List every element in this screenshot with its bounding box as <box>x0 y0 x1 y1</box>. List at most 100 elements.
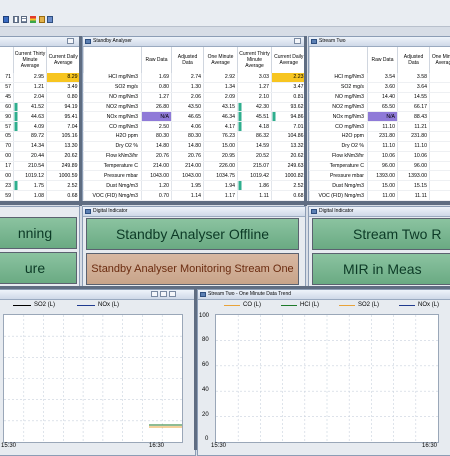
plot-area <box>3 314 183 443</box>
table-cell: 17 <box>0 161 14 171</box>
table-cell: 43.15 <box>204 102 238 112</box>
table-cell: 1393.00 <box>398 171 430 181</box>
table-row: 001019.121000.59 <box>0 171 80 181</box>
panel-title-bar: Stream Two <box>309 37 450 47</box>
stack-icon[interactable] <box>39 16 45 23</box>
table-cell: 46.65 <box>172 112 204 122</box>
table-cell: 2.23 <box>272 73 306 82</box>
stream-one-table: Current Thirty Minute Average Current Da… <box>0 47 80 201</box>
table-row: NO mg/Nm314.4014.551 <box>310 92 450 102</box>
table-cell: 231.80 <box>398 132 430 142</box>
table-row: HCl mg/Nm31.692.742.923.032.23 <box>84 73 306 82</box>
stack-icon[interactable] <box>47 16 53 23</box>
indicator-top: Stream Two R <box>312 218 450 250</box>
table-cell: 3.03 <box>238 73 272 82</box>
table-cell: 14.80 <box>172 141 204 151</box>
table-cell: N/A <box>368 112 398 122</box>
table-row: Dry O2 %14.8014.8015.0014.5913.32 <box>84 141 306 151</box>
table-cell: 13 <box>430 171 450 181</box>
restore-button[interactable] <box>160 291 167 297</box>
table-cell: 94.86 <box>272 112 306 122</box>
window-icon[interactable] <box>3 16 9 23</box>
splitter[interactable] <box>0 201 450 205</box>
panel-title-bar: Stream Two - One Minute Data Trend <box>198 290 450 300</box>
table-cell: 1034.75 <box>204 171 238 181</box>
digital-indicator-panel: nning ure <box>0 206 80 288</box>
window-icon <box>311 209 317 214</box>
table-cell: 210.54 <box>14 161 47 171</box>
table-cell: Pressure mbar <box>84 171 142 181</box>
legend-swatch <box>224 305 240 306</box>
table-row: CO mg/Nm311.1011.211 <box>310 122 450 132</box>
table-cell: NO2 mg/Nm3 <box>84 102 142 112</box>
table-cell: 1.17 <box>204 191 238 201</box>
splitter[interactable] <box>304 36 307 206</box>
minimize-button[interactable] <box>151 291 158 297</box>
table-cell: 14.80 <box>142 141 172 151</box>
table-cell: 0.80 <box>142 82 172 92</box>
table-cell: 1 <box>430 181 450 191</box>
table-cell: 8 <box>430 112 450 122</box>
table-cell: 14.59 <box>238 141 272 151</box>
table-cell: 57 <box>0 82 14 92</box>
close-button[interactable] <box>169 291 176 297</box>
table-row: CO mg/Nm32.504.064.174.187.01 <box>84 122 306 132</box>
table-cell: Flow kNm3/hr <box>310 151 368 161</box>
table-cell: 1393.00 <box>368 171 398 181</box>
grid-icon[interactable] <box>21 16 27 23</box>
table-cell: 249.63 <box>272 161 306 171</box>
alarm-icon[interactable] <box>30 16 36 23</box>
chart-icon <box>200 292 206 297</box>
restore-button[interactable] <box>67 38 74 44</box>
column-header <box>310 47 368 73</box>
table-row: HCl mg/Nm33.543.58 <box>310 73 450 82</box>
table-row: NO mg/Nm31.272.062.092.100.81 <box>84 92 306 102</box>
table-cell: 249.89 <box>47 161 80 171</box>
table-cell: 96.00 <box>368 161 398 171</box>
table-cell: 15.00 <box>368 181 398 191</box>
table-cell: 14.55 <box>398 92 430 102</box>
table-cell: 20.95 <box>204 151 238 161</box>
table-cell: 2 <box>430 132 450 142</box>
table-cell: SO2 mg/s <box>310 82 368 92</box>
table-cell: 46.34 <box>204 112 238 122</box>
panel-title-bar: Standby Analyser <box>83 37 305 47</box>
table-row: NOx mg/Nm3N/A88.438 <box>310 112 450 122</box>
column-header <box>0 47 14 73</box>
y-tick-label: 80 <box>202 337 209 343</box>
table-row: 7014.3413.30 <box>0 141 80 151</box>
indicator-text: MIR in Meas <box>343 261 422 277</box>
table-row: Dust Nmg/m31.201.951.941.862.52 <box>84 181 306 191</box>
legend-swatch <box>13 305 31 306</box>
table-cell: 3.47 <box>272 82 306 92</box>
splitter[interactable] <box>79 36 82 206</box>
panel-title-bar <box>0 37 79 47</box>
table-cell: CO mg/Nm3 <box>84 122 142 132</box>
table-cell: 2.52 <box>272 181 306 191</box>
table-cell: 45.51 <box>238 112 272 122</box>
table-cell: 20.62 <box>272 151 306 161</box>
restore-button[interactable] <box>294 38 301 44</box>
grid-icon[interactable] <box>13 16 19 23</box>
table-cell: 1.08 <box>14 191 47 201</box>
panel-title: Digital Indicator <box>93 208 127 215</box>
table-cell: 6 <box>430 102 450 112</box>
table-cell: 2.04 <box>14 92 47 102</box>
table-cell: 1.11 <box>238 191 272 201</box>
table-cell: 1.27 <box>238 82 272 92</box>
legend-label: NOx (L) <box>98 302 119 308</box>
table-cell: 45 <box>0 92 14 102</box>
table-cell: 15.00 <box>204 141 238 151</box>
table-cell: 2.09 <box>204 92 238 102</box>
table-cell: 80.30 <box>142 132 172 142</box>
digital-indicator-panel: Digital Indicator Stream Two R MIR in Me… <box>308 206 450 288</box>
table-cell: 1.94 <box>204 181 238 191</box>
table-cell: 2.95 <box>14 73 47 82</box>
table-cell: 13.32 <box>272 141 306 151</box>
column-header: Current Thirty Minute Average <box>238 47 272 73</box>
indicator-text: Stream Two R <box>353 226 441 242</box>
table-cell: 214.00 <box>142 161 172 171</box>
table-cell: 215.07 <box>238 161 272 171</box>
y-tick-label: 0 <box>205 436 208 442</box>
table-cell: 15.15 <box>398 181 430 191</box>
